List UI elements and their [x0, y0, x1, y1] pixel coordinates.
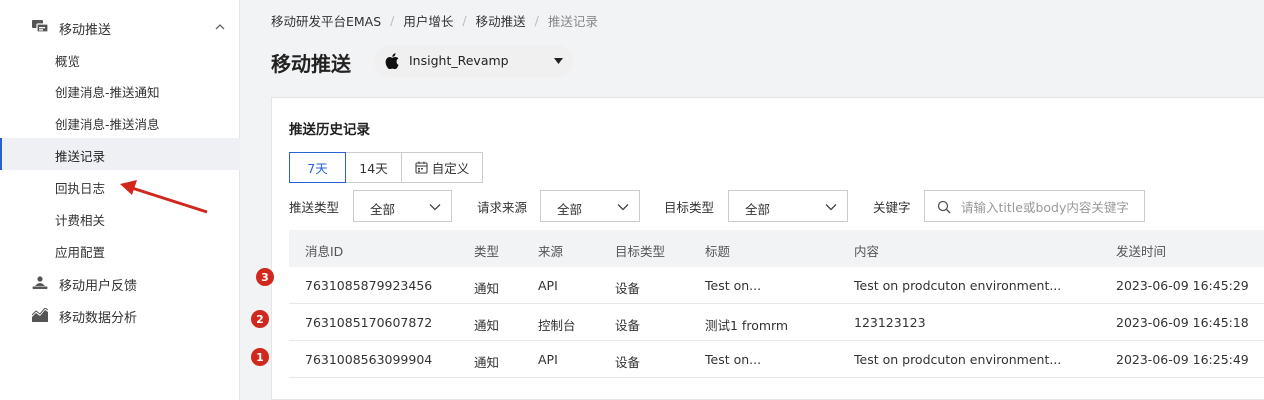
cell-send-time: 2023-06-09 16:45:18 [1116, 315, 1249, 330]
sidebar-item-label: 概览 [55, 54, 81, 69]
column-header-title: 标题 [705, 244, 731, 259]
range-custom-label: 自定义 [431, 161, 470, 176]
cell-send-time: 2023-06-09 16:45:29 [1116, 278, 1249, 293]
chevron-down-icon [429, 204, 441, 211]
table-header: 消息ID 类型 来源 目标类型 标题 内容 发送时间 [289, 230, 1264, 267]
breadcrumb-item[interactable]: 用户增长 [403, 11, 453, 30]
nav-group-label: 移动推送 [59, 23, 112, 38]
keyword-label: 关键字 [873, 200, 911, 215]
target-type-select[interactable]: 全部 [728, 190, 848, 222]
sidebar: 移动推送 概览 创建消息-推送通知 创建消息-推送消息 推送记录 回执日志 计费… [0, 0, 240, 400]
range-14-days[interactable]: 14天 [345, 152, 402, 183]
push-type-value: 全部 [370, 202, 396, 217]
analytics-chart-icon [32, 308, 48, 322]
nav-group-user-feedback[interactable]: 移动用户反馈 [0, 267, 240, 299]
request-source-select[interactable]: 全部 [540, 190, 640, 222]
cell-target-type: 设备 [615, 281, 641, 296]
calendar-icon [415, 161, 428, 174]
sidebar-item-billing[interactable]: 计费相关 [0, 202, 240, 234]
cell-content: Test on prodcuton environment... [854, 278, 1062, 293]
sidebar-item-label: 推送记录 [55, 149, 106, 164]
chevron-down-icon [825, 204, 837, 211]
column-header-type: 类型 [474, 244, 500, 259]
cell-message-id: 7631085170607872 [305, 315, 433, 330]
range-custom[interactable]: 自定义 [401, 152, 483, 183]
app-selector[interactable]: Insight_Revamp [374, 45, 573, 77]
chevron-down-icon [617, 204, 629, 211]
table-row[interactable]: 7631008563099904 通知 API 设备 Test on... Te… [289, 341, 1264, 378]
cell-source: 控制台 [538, 318, 576, 333]
card-title: 推送历史记录 [289, 122, 370, 138]
breadcrumb-separator: / [390, 13, 395, 28]
annotation-badge: 1 [251, 348, 269, 366]
cell-type: 通知 [474, 318, 500, 333]
cell-source: API [538, 278, 558, 293]
chevron-up-icon[interactable] [214, 21, 226, 33]
breadcrumb-item[interactable]: 移动研发平台EMAS [271, 11, 381, 30]
table-row[interactable]: 7631085170607872 通知 控制台 设备 测试1 fromrm 12… [289, 304, 1264, 341]
sidebar-item-create-notification[interactable]: 创建消息-推送通知 [0, 74, 240, 106]
push-type-select[interactable]: 全部 [353, 190, 452, 222]
cell-source: API [538, 352, 558, 367]
cell-content: Test on prodcuton environment... [854, 352, 1062, 367]
cell-type: 通知 [474, 281, 500, 296]
column-header-target-type: 目标类型 [615, 244, 666, 259]
column-header-send-time: 发送时间 [1116, 244, 1167, 259]
cell-title: Test on... [705, 278, 762, 293]
cell-content: 123123123 [854, 315, 926, 330]
sidebar-item-label: 创建消息-推送消息 [55, 117, 160, 132]
breadcrumb-current: 推送记录 [547, 14, 598, 29]
cell-title: 测试1 fromrm [705, 318, 789, 333]
sidebar-item-label: 计费相关 [55, 213, 106, 228]
sidebar-item-app-config[interactable]: 应用配置 [0, 234, 240, 266]
sidebar-item-label: 回执日志 [55, 181, 106, 196]
nav-group-label: 移动数据分析 [59, 311, 138, 326]
push-icon [32, 20, 48, 33]
annotation-badge: 2 [251, 310, 269, 328]
cell-type: 通知 [474, 355, 500, 370]
request-source-value: 全部 [557, 202, 583, 217]
annotation-badge: 3 [256, 268, 274, 286]
breadcrumb: 移动研发平台EMAS / 用户增长 / 移动推送 / 推送记录 [271, 11, 598, 30]
apple-icon [385, 53, 399, 69]
nav-group-data-analytics[interactable]: 移动数据分析 [0, 299, 240, 331]
nav-group-label: 移动用户反馈 [59, 279, 138, 294]
sidebar-item-label: 创建消息-推送通知 [55, 85, 160, 100]
sidebar-item-overview[interactable]: 概览 [0, 43, 240, 75]
sidebar-item-create-message[interactable]: 创建消息-推送消息 [0, 106, 240, 138]
cell-message-id: 7631085879923456 [305, 278, 433, 293]
target-type-label: 目标类型 [664, 200, 715, 215]
cell-title: Test on... [705, 352, 762, 367]
column-header-message-id: 消息ID [305, 244, 344, 259]
sidebar-item-label: 应用配置 [55, 245, 106, 260]
table-row[interactable]: 7631085879923456 通知 API 设备 Test on... Te… [289, 267, 1264, 304]
cell-target-type: 设备 [615, 318, 641, 333]
keyword-search-box [924, 190, 1145, 222]
push-history-card: 推送历史记录 7天 14天 自定义 推送类型 全部 请求来源 全部 目标类型 全… [271, 97, 1264, 400]
caret-down-icon [554, 58, 563, 64]
cell-target-type: 设备 [615, 355, 641, 370]
keyword-search-input[interactable] [961, 197, 1141, 217]
feedback-icon [32, 276, 48, 289]
app-name: Insight_Revamp [409, 53, 509, 68]
column-header-content: 内容 [854, 244, 880, 259]
breadcrumb-separator: / [534, 13, 539, 28]
range-7-days[interactable]: 7天 [289, 152, 346, 183]
breadcrumb-item[interactable]: 移动推送 [476, 11, 526, 30]
breadcrumb-separator: / [462, 13, 467, 28]
search-icon [937, 200, 951, 214]
cell-message-id: 7631008563099904 [305, 352, 433, 367]
request-source-label: 请求来源 [477, 200, 528, 215]
nav-group-mobile-push[interactable]: 移动推送 [0, 11, 240, 43]
sidebar-item-receipt-log[interactable]: 回执日志 [0, 170, 240, 202]
cell-send-time: 2023-06-09 16:25:49 [1116, 352, 1249, 367]
page-title: 移动推送 [271, 52, 351, 76]
column-header-source: 来源 [538, 244, 564, 259]
target-type-value: 全部 [745, 202, 771, 217]
sidebar-item-push-records[interactable]: 推送记录 [0, 138, 240, 170]
push-type-label: 推送类型 [289, 200, 340, 215]
